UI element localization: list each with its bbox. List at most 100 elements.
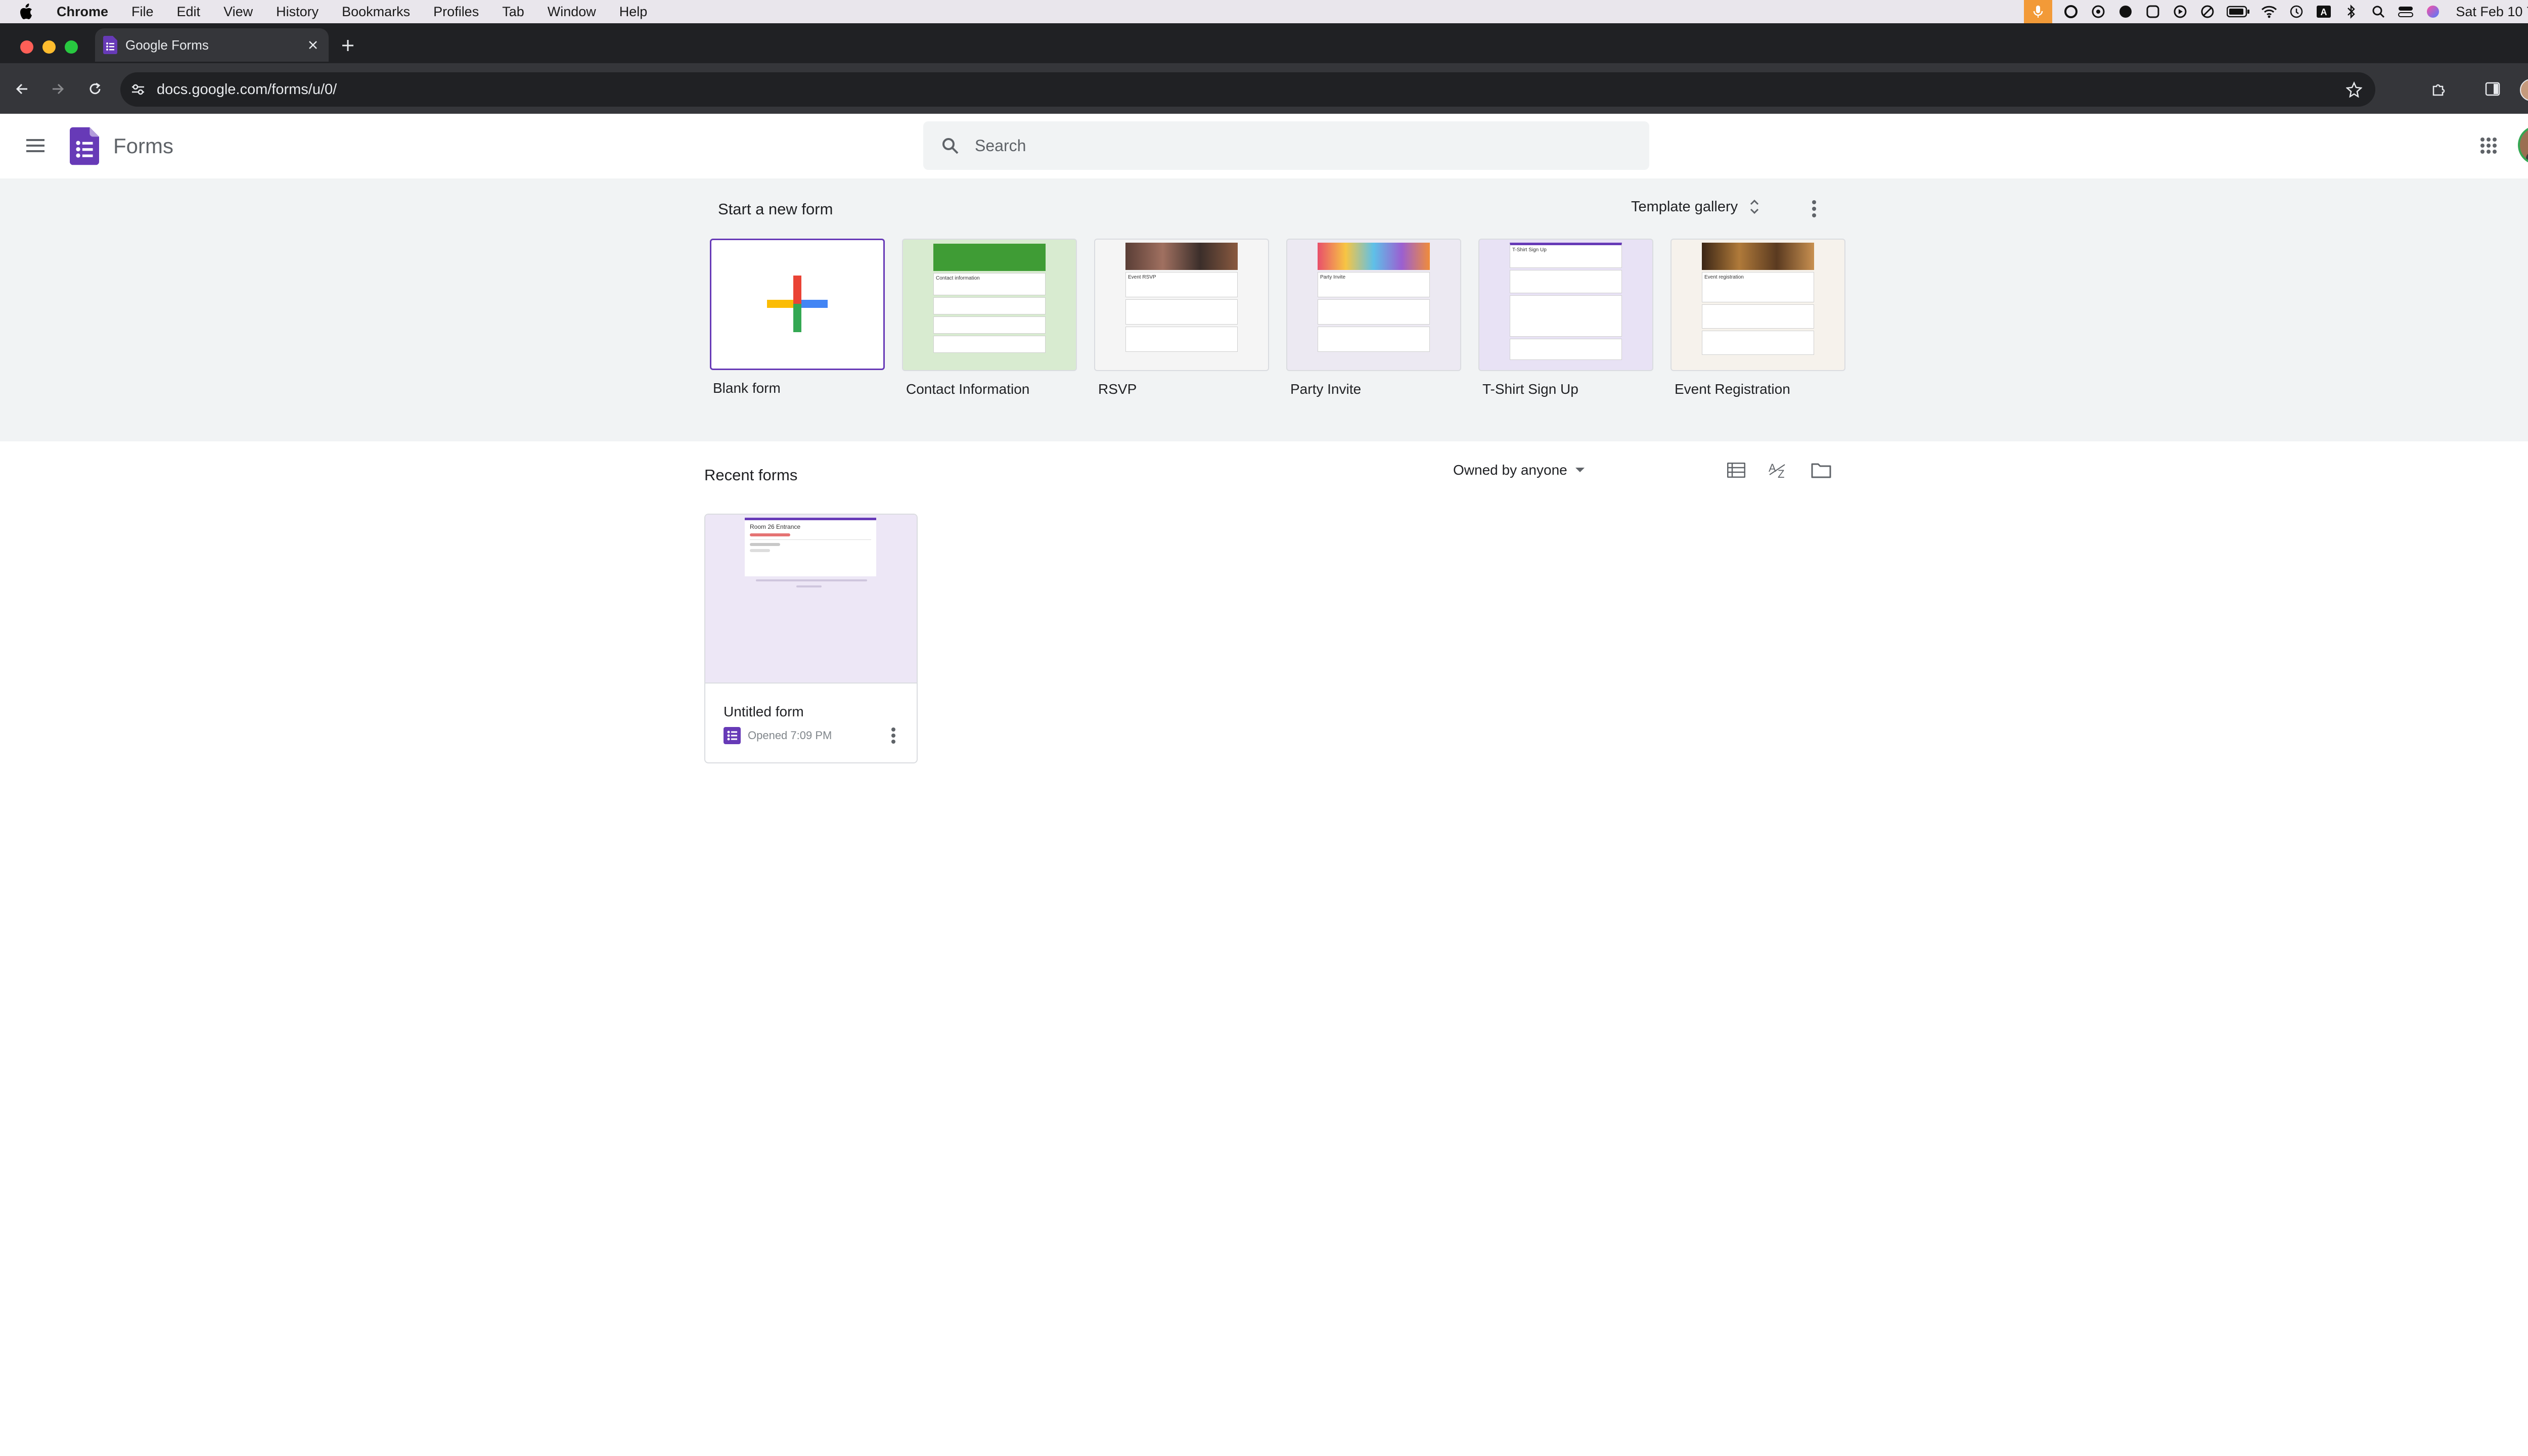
thumbnail-title: Event registration [1704, 275, 1744, 280]
rsvp-thumbnail[interactable]: Event RSVP [1094, 239, 1269, 371]
event-registration-thumbnail[interactable]: Event registration [1671, 239, 1845, 371]
party-invite-thumbnail[interactable]: Party Invite [1286, 239, 1461, 371]
thumbnail-title: Contact information [936, 276, 980, 281]
new-tab-button[interactable] [338, 35, 358, 56]
template-label: Event Registration [1675, 381, 1790, 397]
template-label: RSVP [1098, 381, 1137, 397]
window-minimize-button[interactable] [42, 40, 56, 54]
recent-form-card[interactable]: Room 26 Entrance Untitled form Opened 7:… [704, 514, 918, 763]
back-button[interactable] [7, 74, 37, 104]
template-gallery-button[interactable]: Template gallery [1631, 198, 1760, 215]
main-menu-hamburger-icon[interactable] [20, 130, 51, 161]
search-input[interactable] [974, 135, 1583, 156]
copilot-icon[interactable] [2090, 3, 2107, 20]
menu-tab[interactable]: Tab [502, 4, 524, 20]
siri-icon[interactable] [2424, 3, 2442, 20]
template-rsvp[interactable]: Event RSVP RSVP [1094, 239, 1269, 397]
template-contact-information[interactable]: Contact information Contact Information [902, 239, 1077, 397]
recent-form-meta: Opened 7:09 PM [724, 727, 832, 744]
forms-logo-icon [70, 126, 99, 166]
menu-window[interactable]: Window [548, 4, 596, 20]
status-area: A Sat Feb 10 7:10PM [2024, 0, 2528, 23]
grammarly-icon[interactable] [2062, 3, 2080, 20]
battery-icon[interactable] [2226, 3, 2250, 20]
template-event-registration[interactable]: Event registration Event Registration [1671, 239, 1845, 397]
tab-title: Google Forms [125, 37, 209, 53]
forms-file-icon [724, 727, 741, 744]
owner-filter-label: Owned by anyone [1453, 462, 1567, 478]
menu-help[interactable]: Help [619, 4, 648, 20]
slash-circle-icon[interactable] [2199, 3, 2216, 20]
address-bar[interactable]: docs.google.com/forms/u/0/ [120, 72, 2375, 107]
menu-view[interactable]: View [223, 4, 253, 20]
start-section-more-icon[interactable] [1799, 194, 1829, 224]
forms-favicon-icon [103, 36, 117, 54]
svg-text:A: A [2321, 7, 2327, 17]
dropdown-arrow-icon [1575, 468, 1585, 473]
start-new-form-heading: Start a new form [718, 200, 833, 218]
site-info-icon[interactable] [130, 83, 146, 96]
recent-form-more-icon[interactable] [883, 724, 904, 747]
window-zoom-button[interactable] [65, 40, 78, 54]
side-panel-icon[interactable] [2477, 74, 2508, 104]
recent-form-preview[interactable]: Room 26 Entrance [705, 515, 917, 684]
menu-profiles[interactable]: Profiles [433, 4, 479, 20]
sort-az-icon[interactable]: AZ [1764, 455, 1794, 485]
macos-menu-bar: Chrome File Edit View History Bookmarks … [0, 0, 2528, 23]
tshirt-signup-thumbnail[interactable]: T-Shirt Sign Up [1478, 239, 1653, 371]
recent-form-opened-time: Opened 7:09 PM [748, 729, 832, 742]
extensions-icon[interactable] [2424, 74, 2454, 104]
input-source-icon[interactable]: A [2315, 3, 2332, 20]
microphone-icon[interactable] [2024, 0, 2053, 23]
window-close-button[interactable] [20, 40, 33, 54]
search-bar[interactable] [923, 121, 1649, 170]
owner-filter-dropdown[interactable]: Owned by anyone [1453, 462, 1585, 478]
template-gallery-label: Template gallery [1631, 198, 1738, 215]
bluetooth-icon[interactable] [2342, 3, 2360, 20]
template-party-invite[interactable]: Party Invite Party Invite [1286, 239, 1461, 397]
close-tab-icon[interactable] [308, 40, 318, 50]
thumbnail-title: T-Shirt Sign Up [1512, 247, 1547, 253]
list-view-icon[interactable] [1721, 455, 1751, 485]
thumbnail-title: Event RSVP [1128, 275, 1156, 280]
menu-app-name[interactable]: Chrome [57, 4, 108, 20]
svg-text:Z: Z [1778, 468, 1784, 479]
colorful-plus-icon [767, 276, 828, 332]
square-app-icon[interactable] [2144, 3, 2161, 20]
open-file-picker-folder-icon[interactable] [1806, 455, 1836, 485]
template-label: Contact Information [906, 381, 1030, 397]
browser-tab-active[interactable]: Google Forms [95, 28, 329, 62]
spotlight-icon[interactable] [2370, 3, 2387, 20]
recent-forms-heading: Recent forms [704, 466, 798, 484]
google-apps-icon[interactable] [2473, 130, 2504, 161]
bookmark-star-icon[interactable] [2346, 81, 2362, 98]
search-icon[interactable] [941, 137, 959, 154]
template-blank-form[interactable]: Blank form [710, 239, 885, 396]
template-label: T-Shirt Sign Up [1482, 381, 1578, 397]
menu-history[interactable]: History [276, 4, 319, 20]
play-circle-icon[interactable] [2172, 3, 2189, 20]
recent-form-title: Untitled form [724, 704, 804, 719]
forward-button[interactable] [42, 74, 73, 104]
menubar-clock[interactable]: Sat Feb 10 7:10PM [2456, 4, 2528, 20]
record-dot-icon[interactable] [2117, 3, 2134, 20]
menu-edit[interactable]: Edit [177, 4, 201, 20]
template-label: Blank form [713, 380, 781, 396]
contact-information-thumbnail[interactable]: Contact information [902, 239, 1077, 371]
template-label: Party Invite [1290, 381, 1362, 397]
preview-title: Room 26 Entrance [750, 523, 801, 530]
control-center-icon[interactable] [2397, 3, 2414, 20]
wifi-icon[interactable] [2261, 3, 2278, 20]
apple-icon[interactable] [20, 4, 34, 20]
forms-logo[interactable]: Forms [70, 126, 173, 166]
menu-file[interactable]: File [131, 4, 154, 20]
url-text[interactable]: docs.google.com/forms/u/0/ [157, 81, 337, 98]
menu-bookmarks[interactable]: Bookmarks [342, 4, 410, 20]
blank-form-thumbnail[interactable] [710, 239, 885, 370]
unfold-more-icon [1749, 198, 1760, 215]
thumbnail-title: Party Invite [1320, 275, 1346, 280]
template-tshirt-signup[interactable]: T-Shirt Sign Up T-Shirt Sign Up [1478, 239, 1653, 397]
app-name: Forms [113, 134, 173, 158]
time-machine-icon[interactable] [2288, 3, 2305, 20]
reload-button[interactable] [80, 74, 110, 104]
